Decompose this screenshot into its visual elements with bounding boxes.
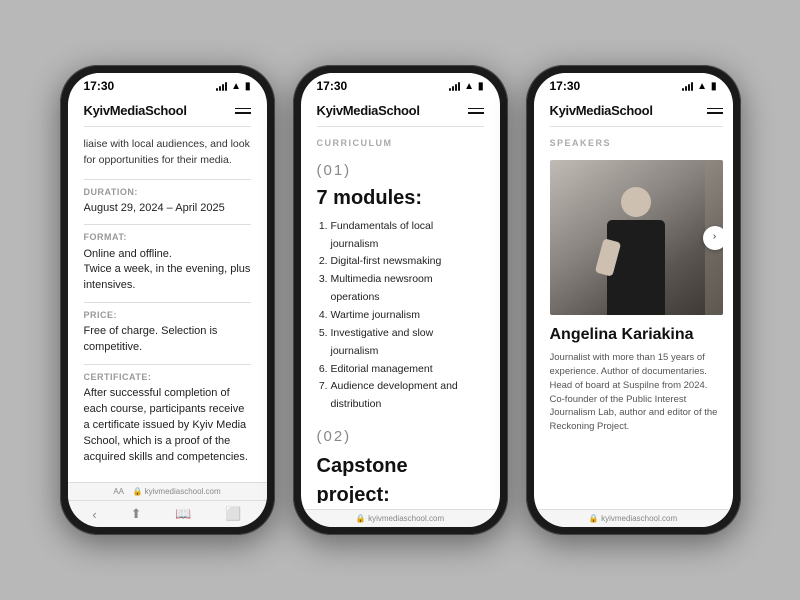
ios-back[interactable]: ‹ (92, 507, 96, 522)
site-header-2: KyivMediaSchool (317, 103, 484, 127)
status-bar-2: 17:30 ▲ ▮ (301, 73, 500, 95)
certificate-label: CERTIFICATE: (84, 371, 251, 384)
status-time-1: 17:30 (84, 79, 115, 93)
site-header-1: KyivMediaSchool (84, 103, 251, 127)
browser-url-3: 🔒 kyivmediaschool.com (589, 514, 677, 523)
certificate-value: After successful completion of each cour… (84, 386, 251, 466)
ios-tabs[interactable]: ⬜ (225, 506, 241, 522)
list-item: Audience development anddistribution (331, 378, 484, 414)
module-heading: 7 modules: (317, 186, 484, 210)
browser-bar-2: 🔒 kyivmediaschool.com (301, 509, 500, 527)
phone3-body: SPEAKERS (550, 137, 723, 503)
list-item: Digital-first newsmaking (331, 253, 484, 271)
phone1-intro: liaise with local audiences, and look fo… (84, 137, 251, 169)
capstone-number: (02) (317, 426, 484, 448)
divider-2 (84, 224, 251, 225)
signal-icon-2 (449, 82, 460, 91)
site-logo-1: KyivMediaSchool (84, 103, 187, 118)
battery-icon: ▮ (245, 81, 251, 92)
divider-3 (84, 302, 251, 303)
phone1-body: liaise with local audiences, and look fo… (84, 137, 251, 476)
duration-label: DURATION: (84, 186, 251, 199)
duration-value: August 29, 2024 – April 2025 (84, 201, 251, 217)
module-number-01: (01) (317, 160, 484, 182)
browser-url-1: AA 🔒 kyivmediaschool.com (113, 487, 220, 496)
capstone-heading: Capstone project: (317, 452, 484, 503)
wifi-icon-3: ▲ (697, 81, 707, 92)
speaker-card: › (550, 160, 723, 315)
speaker-bio: Journalist with more than 15 years of ex… (550, 351, 723, 434)
phone-3: 17:30 ▲ ▮ KyivMediaSchool (526, 65, 741, 535)
browser-bar-3: 🔒 kyivmediaschool.com (534, 509, 733, 527)
site-logo-2: KyivMediaSchool (317, 103, 420, 118)
signal-icon (216, 82, 227, 91)
speaker-image (550, 160, 723, 315)
battery-icon-2: ▮ (478, 81, 484, 92)
module-list: Fundamentals of local journalism Digital… (317, 218, 484, 414)
wifi-icon-2: ▲ (464, 81, 474, 92)
ios-nav-1[interactable]: ‹ ⬆ 📖 ⬜ (68, 500, 267, 527)
status-icons-1: ▲ ▮ (216, 81, 250, 92)
format-value: Online and offline.Twice a week, in the … (84, 247, 251, 295)
hamburger-menu-3[interactable] (707, 108, 723, 114)
list-item: Wartime journalism (331, 307, 484, 325)
curriculum-section-label: CURRICULUM (317, 137, 484, 150)
status-bar-1: 17:30 ▲ ▮ (68, 73, 267, 95)
phone2-body: CURRICULUM (01) 7 modules: Fundamentals … (317, 137, 484, 503)
ios-share[interactable]: ⬆ (131, 506, 142, 522)
phone-2: 17:30 ▲ ▮ KyivMediaSchool (293, 65, 508, 535)
hamburger-menu-2[interactable] (468, 108, 484, 114)
price-label: PRICE: (84, 309, 251, 322)
status-icons-3: ▲ ▮ (682, 81, 716, 92)
divider-1 (84, 179, 251, 180)
hamburger-menu-1[interactable] (235, 108, 251, 114)
ios-bookmarks[interactable]: 📖 (175, 506, 191, 522)
speaker-name: Angelina Kariakina (550, 323, 723, 346)
browser-url-2: 🔒 kyivmediaschool.com (356, 514, 444, 523)
price-value: Free of charge. Selection is competitive… (84, 324, 251, 356)
speakers-section-label: SPEAKERS (550, 137, 723, 150)
status-icons-2: ▲ ▮ (449, 81, 483, 92)
browser-bar-1: AA 🔒 kyivmediaschool.com (68, 482, 267, 500)
list-item: Multimedia newsroom operations (331, 271, 484, 307)
site-header-3: KyivMediaSchool (550, 103, 723, 127)
site-logo-3: KyivMediaSchool (550, 103, 653, 118)
next-speaker-arrow[interactable]: › (703, 226, 723, 250)
list-item: Fundamentals of local journalism (331, 218, 484, 254)
signal-icon-3 (682, 82, 693, 91)
format-label: FORMAT: (84, 231, 251, 244)
scene: 17:30 ▲ ▮ KyivMediaSchool (40, 45, 761, 555)
list-item: Editorial management (331, 361, 484, 379)
status-time-2: 17:30 (317, 79, 348, 93)
list-item: Investigative and slow journalism (331, 325, 484, 361)
divider-4 (84, 364, 251, 365)
status-bar-3: 17:30 ▲ ▮ (534, 73, 733, 95)
battery-icon-3: ▮ (711, 81, 717, 92)
wifi-icon: ▲ (231, 81, 241, 92)
status-time-3: 17:30 (550, 79, 581, 93)
phone-1: 17:30 ▲ ▮ KyivMediaSchool (60, 65, 275, 535)
